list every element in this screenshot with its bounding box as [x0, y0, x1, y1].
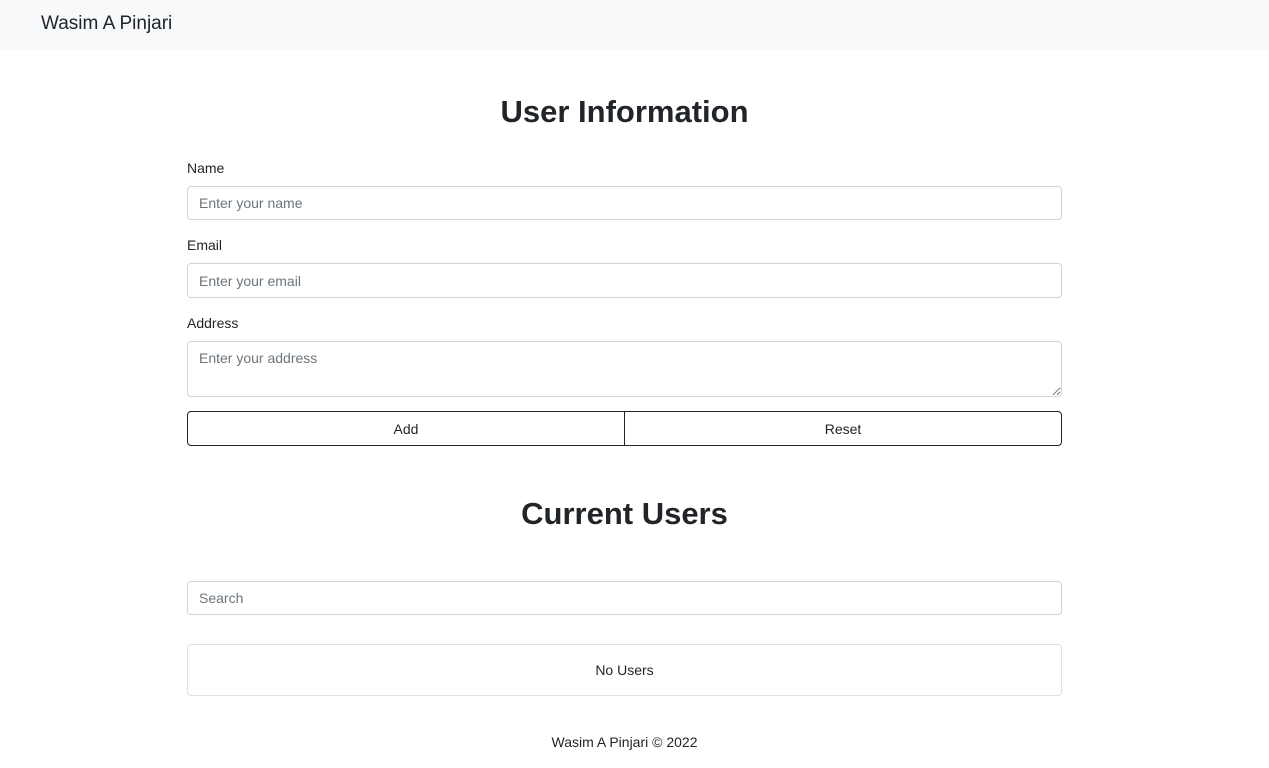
empty-users-message: No Users — [595, 662, 654, 678]
users-title: Current Users — [521, 496, 728, 531]
add-button[interactable]: Add — [187, 411, 625, 446]
form-button-group: Add Reset — [187, 411, 1062, 446]
name-input[interactable] — [187, 186, 1062, 220]
users-list: No Users — [187, 644, 1062, 696]
name-label: Name — [187, 160, 225, 176]
email-input[interactable] — [187, 263, 1062, 298]
search-input[interactable] — [187, 581, 1062, 615]
navbar: Wasim A Pinjari — [0, 0, 1269, 50]
footer: Wasim A Pinjari © 2022 — [0, 734, 1249, 750]
address-textarea[interactable] — [187, 341, 1062, 397]
footer-text: Wasim A Pinjari © 2022 — [551, 734, 698, 750]
form-title: User Information — [500, 94, 749, 129]
address-label: Address — [187, 315, 239, 331]
reset-button[interactable]: Reset — [624, 411, 1062, 446]
email-label: Email — [187, 237, 223, 253]
brand-link[interactable]: Wasim A Pinjari — [41, 13, 172, 35]
